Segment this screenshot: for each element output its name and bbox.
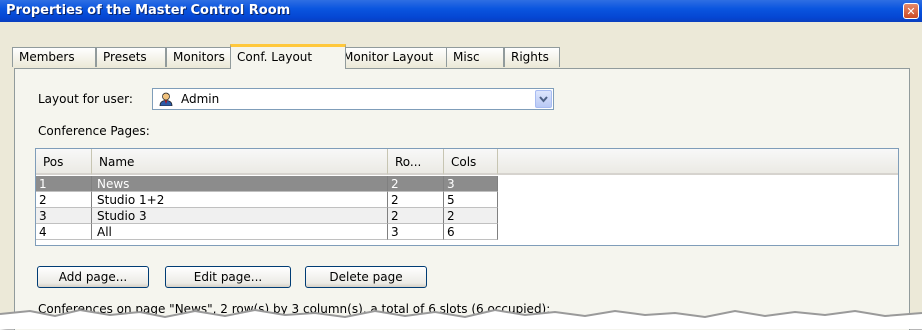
layout-user-select[interactable]: Admin — [152, 88, 554, 110]
cell-pos: 2 — [36, 192, 92, 208]
cell-pos: 1 — [36, 176, 92, 192]
layout-user-value: Admin — [181, 92, 220, 106]
cell-pos: 3 — [36, 208, 92, 224]
title-bar[interactable]: Properties of the Master Control Room ✕ — [0, 0, 922, 22]
column-header-cols[interactable]: Cols — [444, 149, 498, 175]
close-icon[interactable]: ✕ — [903, 3, 919, 19]
cell-rows: 2 — [388, 208, 444, 224]
table-row[interactable]: 1 News 2 3 — [36, 176, 498, 192]
tab-monitor-layout[interactable]: Monitor Layout — [336, 47, 460, 67]
cell-rows: 2 — [388, 176, 444, 192]
delete-page-button[interactable]: Delete page — [305, 266, 427, 288]
cell-rows: 2 — [388, 192, 444, 208]
column-header-filler — [498, 149, 898, 175]
column-header-pos[interactable]: Pos — [36, 149, 92, 175]
torn-edge — [0, 308, 922, 329]
tab-conf-layout[interactable]: Conf. Layout — [230, 44, 346, 69]
cell-cols: 2 — [444, 208, 498, 224]
conference-pages-table[interactable]: Pos Name Ro... Cols 1 News 2 3 2 Studio … — [35, 148, 899, 246]
tab-presets[interactable]: Presets — [96, 47, 166, 67]
properties-dialog: Properties of the Master Control Room ✕ … — [0, 0, 922, 330]
column-header-name[interactable]: Name — [92, 149, 388, 175]
cell-name: All — [92, 224, 388, 240]
cell-name: Studio 1+2 — [92, 192, 388, 208]
table-row[interactable]: 4 All 3 6 — [36, 224, 498, 240]
cell-rows: 3 — [388, 224, 444, 240]
conference-pages-label: Conference Pages: — [38, 124, 150, 138]
layout-user-label: Layout for user: — [38, 92, 133, 106]
tab-bar: Members Presets Monitors Conf. Layout Mo… — [12, 44, 912, 69]
edit-page-button[interactable]: Edit page... — [165, 266, 291, 288]
table-row[interactable]: 2 Studio 1+2 2 5 — [36, 192, 498, 208]
column-header-rows[interactable]: Ro... — [388, 149, 444, 175]
tab-misc[interactable]: Misc — [446, 47, 504, 67]
cell-cols: 5 — [444, 192, 498, 208]
user-icon — [159, 92, 173, 106]
cell-name: News — [92, 176, 388, 192]
add-page-button[interactable]: Add page... — [37, 266, 149, 288]
cell-cols: 3 — [444, 176, 498, 192]
tab-rights[interactable]: Rights — [504, 47, 560, 67]
window-title: Properties of the Master Control Room — [6, 3, 291, 18]
chevron-down-icon[interactable] — [535, 90, 552, 108]
tab-members[interactable]: Members — [12, 47, 96, 67]
cell-cols: 6 — [444, 224, 498, 240]
cell-pos: 4 — [36, 224, 92, 240]
table-row[interactable]: 3 Studio 3 2 2 — [36, 208, 498, 224]
cell-name: Studio 3 — [92, 208, 388, 224]
